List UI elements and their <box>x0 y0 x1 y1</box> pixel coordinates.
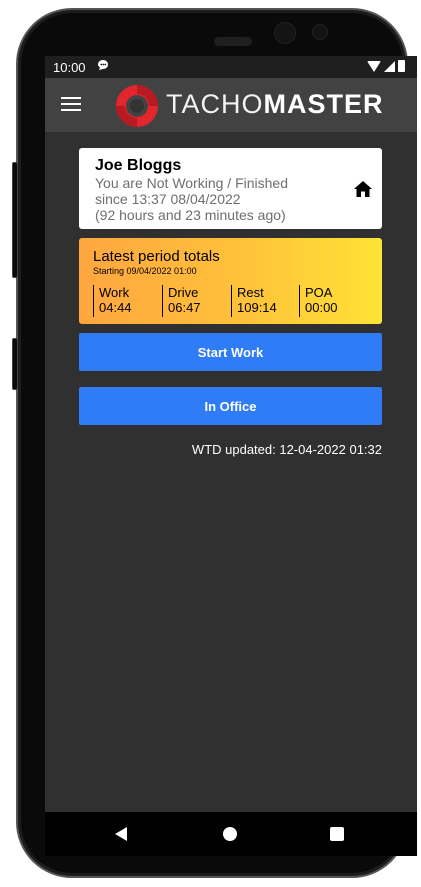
driver-name: Joe Bloggs <box>95 157 182 174</box>
totals-title: Latest period totals <box>93 248 220 265</box>
app-screen: 10:00 TACHOMASTER Joe Bloggs You are Not… <box>45 56 417 856</box>
volume-up-button <box>12 162 18 278</box>
total-work-label: Work <box>99 285 130 300</box>
total-poa-value: 00:00 <box>305 300 338 315</box>
tachomaster-logo-icon <box>116 85 158 127</box>
brand-wordmark-bold: MASTER <box>263 89 384 119</box>
total-drive-value: 06:47 <box>168 300 201 315</box>
android-nav-bar <box>45 812 417 856</box>
totals-start-date: Starting 09/04/2022 01:00 <box>93 266 197 276</box>
total-poa: POA 00:00 <box>299 285 338 317</box>
total-rest-value: 109:14 <box>237 300 277 315</box>
volume-down-button <box>12 338 18 390</box>
battery-icon <box>398 60 405 72</box>
driver-status-line: You are Not Working / Finished <box>95 175 288 191</box>
total-drive: Drive 06:47 <box>162 285 201 317</box>
back-icon[interactable] <box>115 827 127 841</box>
driver-ago-line: (92 hours and 23 minutes ago) <box>95 207 286 223</box>
brand-wordmark: TACHOMASTER <box>166 89 384 120</box>
signal-icon <box>384 60 395 72</box>
menu-icon[interactable] <box>61 97 81 113</box>
earpiece-speaker <box>214 37 252 46</box>
period-totals-card: Latest period totals Starting 09/04/2022… <box>79 238 382 324</box>
totals-row: Work 04:44 Drive 06:47 Rest 109:14 POA 0… <box>93 285 378 317</box>
driver-status-card[interactable]: Joe Bloggs You are Not Working / Finishe… <box>79 148 382 229</box>
app-bar: TACHOMASTER <box>45 78 417 132</box>
recent-apps-icon[interactable] <box>330 827 344 841</box>
brand-wordmark-light: TACHO <box>166 89 264 119</box>
status-bar: 10:00 <box>45 56 417 78</box>
chat-notification-icon <box>97 59 109 74</box>
total-rest: Rest 109:14 <box>231 285 277 317</box>
total-work-value: 04:44 <box>99 300 132 315</box>
phone-frame: 10:00 TACHOMASTER Joe Bloggs You are Not… <box>12 8 417 878</box>
front-sensor <box>312 24 328 40</box>
total-drive-label: Drive <box>168 285 199 300</box>
total-poa-label: POA <box>305 285 333 300</box>
status-time: 10:00 <box>53 60 86 75</box>
wifi-icon <box>367 60 381 72</box>
status-icons <box>367 60 405 72</box>
total-work: Work 04:44 <box>93 285 132 317</box>
home-circle-icon[interactable] <box>223 827 237 841</box>
front-camera <box>274 22 296 44</box>
total-rest-label: Rest <box>237 285 264 300</box>
start-work-button[interactable]: Start Work <box>79 333 382 371</box>
in-office-button[interactable]: In Office <box>79 387 382 425</box>
wtd-updated-text: WTD updated: 12-04-2022 01:32 <box>191 442 382 457</box>
home-icon <box>354 181 372 197</box>
driver-since-line: since 13:37 08/04/2022 <box>95 191 241 207</box>
